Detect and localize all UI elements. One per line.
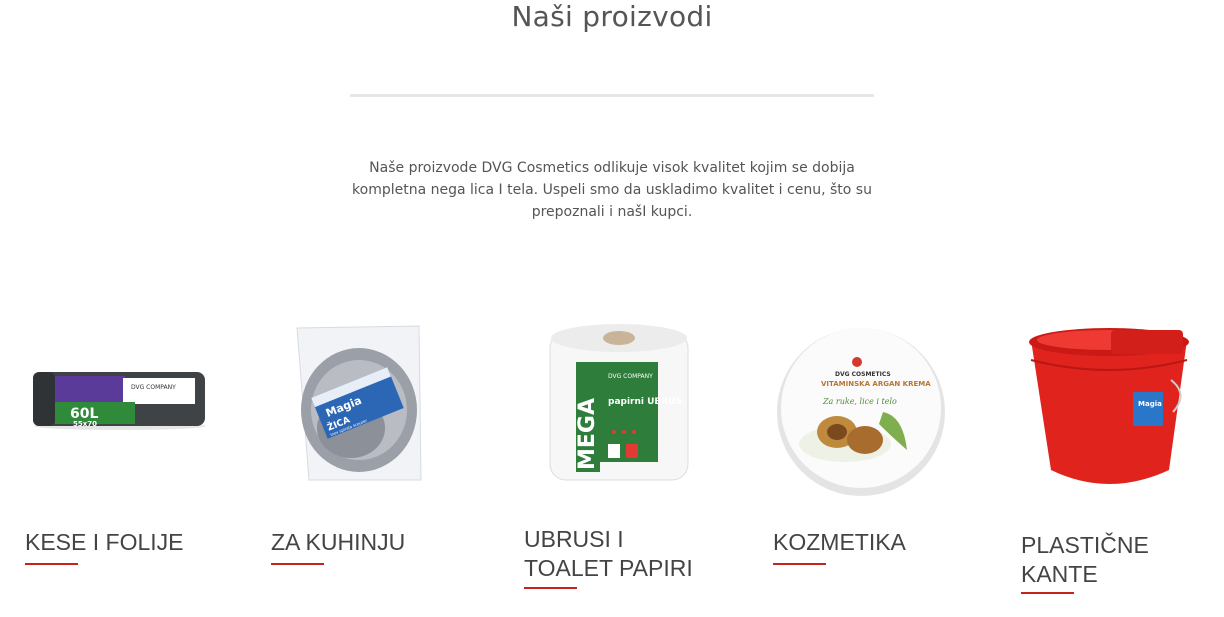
product-label[interactable]: ZA KUHINJU (271, 528, 405, 557)
product-image-argan-cream[interactable]: DVG COSMETICS VITAMINSKA ARGAN KREMA Za … (773, 320, 963, 500)
svg-text:papirni UBRUS: papirni UBRUS (608, 397, 682, 407)
title-divider (350, 94, 874, 97)
red-mop-bucket-illustration: Magia (1029, 328, 1189, 484)
label-underline (1021, 592, 1074, 594)
svg-text:DVG COSMETICS: DVG COSMETICS (835, 371, 891, 378)
garbage-bags-roll-illustration: 60L 55x70 DVG COMPANY (33, 372, 206, 430)
label-underline (524, 587, 577, 589)
svg-text:VITAMINSKA ARGAN KREMA: VITAMINSKA ARGAN KREMA (821, 380, 931, 388)
product-label[interactable]: KOZMETIKA (773, 528, 906, 557)
svg-text:MEGA: MEGA (575, 398, 600, 470)
product-image-paper-towel[interactable]: MEGA DVG COMPANY papirni UBRUS (538, 320, 728, 500)
svg-text:DVG COMPANY: DVG COMPANY (131, 384, 176, 391)
svg-text:55x70: 55x70 (73, 420, 97, 428)
steel-scourer-illustration: Magia ŽICA inox spirala scourer (296, 325, 422, 481)
mega-paper-towel-illustration: MEGA DVG COMPANY papirni UBRUS (549, 324, 689, 481)
argan-cream-jar-illustration: DVG COSMETICS VITAMINSKA ARGAN KREMA Za … (777, 328, 945, 496)
product-image-red-bucket[interactable]: Magia (1021, 320, 1211, 500)
product-image-steel-scourer[interactable]: Magia ŽICA inox spirala scourer (271, 320, 461, 500)
section-title: Naši proizvodi (511, 0, 713, 33)
svg-text:Za ruke, lice i telo: Za ruke, lice i telo (822, 397, 897, 406)
label-underline (271, 563, 324, 565)
svg-text:DVG COMPANY: DVG COMPANY (608, 373, 653, 380)
label-underline (25, 563, 78, 565)
product-label[interactable]: UBRUSI I TOALET PAPIRI (524, 525, 704, 583)
svg-text:Magia: Magia (1138, 400, 1162, 408)
label-underline (773, 563, 826, 565)
product-label[interactable]: KESE I FOLIJE (25, 528, 184, 557)
product-label[interactable]: PLASTIČNE KANTE (1021, 531, 1171, 589)
section-intro: Naše proizvode DVG Cosmetics odlikuje vi… (352, 160, 872, 220)
product-image-garbage-bags[interactable]: 60L 55x70 DVG COMPANY (25, 320, 215, 500)
